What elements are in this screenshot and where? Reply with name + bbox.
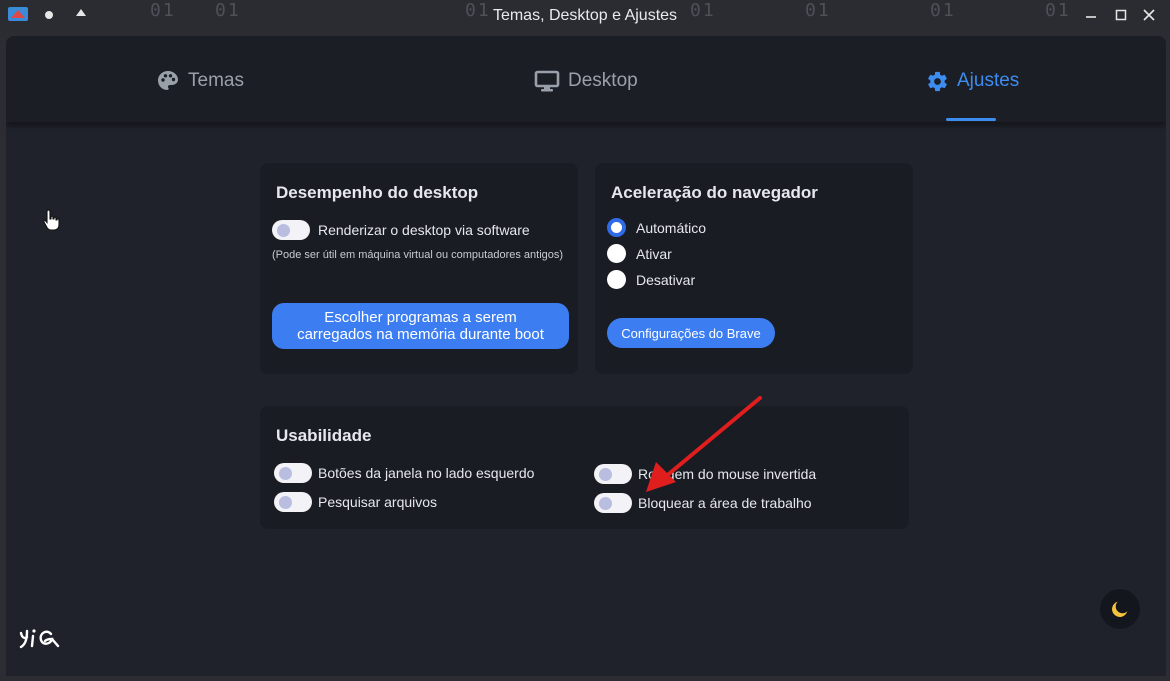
tab-themes[interactable]: Temas — [156, 67, 244, 95]
radio-option-enable[interactable]: Ativar — [607, 244, 672, 263]
app-window: Temas Desktop Ajustes Desempenho do desk… — [6, 36, 1166, 676]
annotation-arrow-icon — [646, 396, 762, 492]
desktop-performance-card: Desempenho do desktop Renderizar o deskt… — [260, 163, 578, 374]
tab-bar: Temas Desktop Ajustes — [6, 36, 1166, 122]
minimize-icon[interactable] — [1082, 6, 1100, 24]
card-title: Desempenho do desktop — [276, 183, 479, 202]
tab-label: Desktop — [568, 70, 638, 91]
search-files-label: Pesquisar arquivos — [318, 494, 438, 510]
inverted-scroll-toggle[interactable] — [594, 464, 632, 484]
moon-icon — [1112, 601, 1128, 617]
tab-settings[interactable]: Ajustes — [926, 67, 1019, 95]
usability-card: Usabilidade Botões da janela no lado esq… — [260, 406, 909, 529]
radio-auto[interactable] — [607, 218, 626, 237]
left-buttons-toggle[interactable] — [274, 463, 312, 483]
radio-label: Ativar — [636, 245, 672, 262]
software-render-label: Renderizar o desktop via software — [318, 222, 530, 238]
tab-label: Temas — [188, 70, 244, 91]
boot-programs-button[interactable]: Escolher programas a serem carregados na… — [272, 303, 569, 349]
tab-desktop[interactable]: Desktop — [534, 67, 638, 95]
tab-label: Ajustes — [957, 70, 1020, 91]
monitor-icon — [534, 70, 560, 92]
software-render-note: (Pode ser útil em máquina virtual ou com… — [272, 249, 564, 261]
title-bar: 01 01 01 01 01 01 01 Temas, Desktop e Aj… — [0, 0, 1170, 32]
radio-label: Desativar — [636, 271, 696, 288]
maximize-icon[interactable] — [1112, 6, 1130, 24]
close-icon[interactable] — [1140, 6, 1158, 24]
left-buttons-row: Botões da janela no lado esquerdo — [274, 463, 534, 483]
search-files-toggle[interactable] — [274, 492, 312, 512]
search-files-row: Pesquisar arquivos — [274, 492, 437, 512]
lock-desktop-row: Bloquear a área de trabalho — [594, 493, 812, 513]
dark-mode-button[interactable] — [1100, 589, 1140, 629]
hand-cursor-icon — [43, 209, 60, 231]
active-tab-indicator — [946, 118, 996, 121]
palette-icon — [158, 71, 178, 90]
app-logo-icon — [19, 629, 60, 649]
window-title: Temas, Desktop e Ajustes — [492, 7, 678, 24]
lock-desktop-label: Bloquear a área de trabalho — [638, 495, 812, 511]
left-buttons-label: Botões da janela no lado esquerdo — [318, 465, 535, 481]
brave-settings-button[interactable]: Configurações do Brave — [607, 318, 775, 348]
radio-label: Automático — [636, 219, 707, 236]
browser-acceleration-card: Aceleração do navegador Automático Ativa… — [595, 163, 913, 374]
software-render-row: Renderizar o desktop via software — [272, 220, 530, 240]
gear-icon — [928, 71, 947, 91]
card-title: Aceleração do navegador — [611, 183, 818, 202]
card-title: Usabilidade — [276, 426, 372, 445]
radio-disable[interactable] — [607, 270, 626, 289]
lock-desktop-toggle[interactable] — [594, 493, 632, 513]
software-render-toggle[interactable] — [272, 220, 310, 240]
radio-option-disable[interactable]: Desativar — [607, 270, 695, 289]
radio-enable[interactable] — [607, 244, 626, 263]
radio-option-auto[interactable]: Automático — [607, 218, 706, 237]
